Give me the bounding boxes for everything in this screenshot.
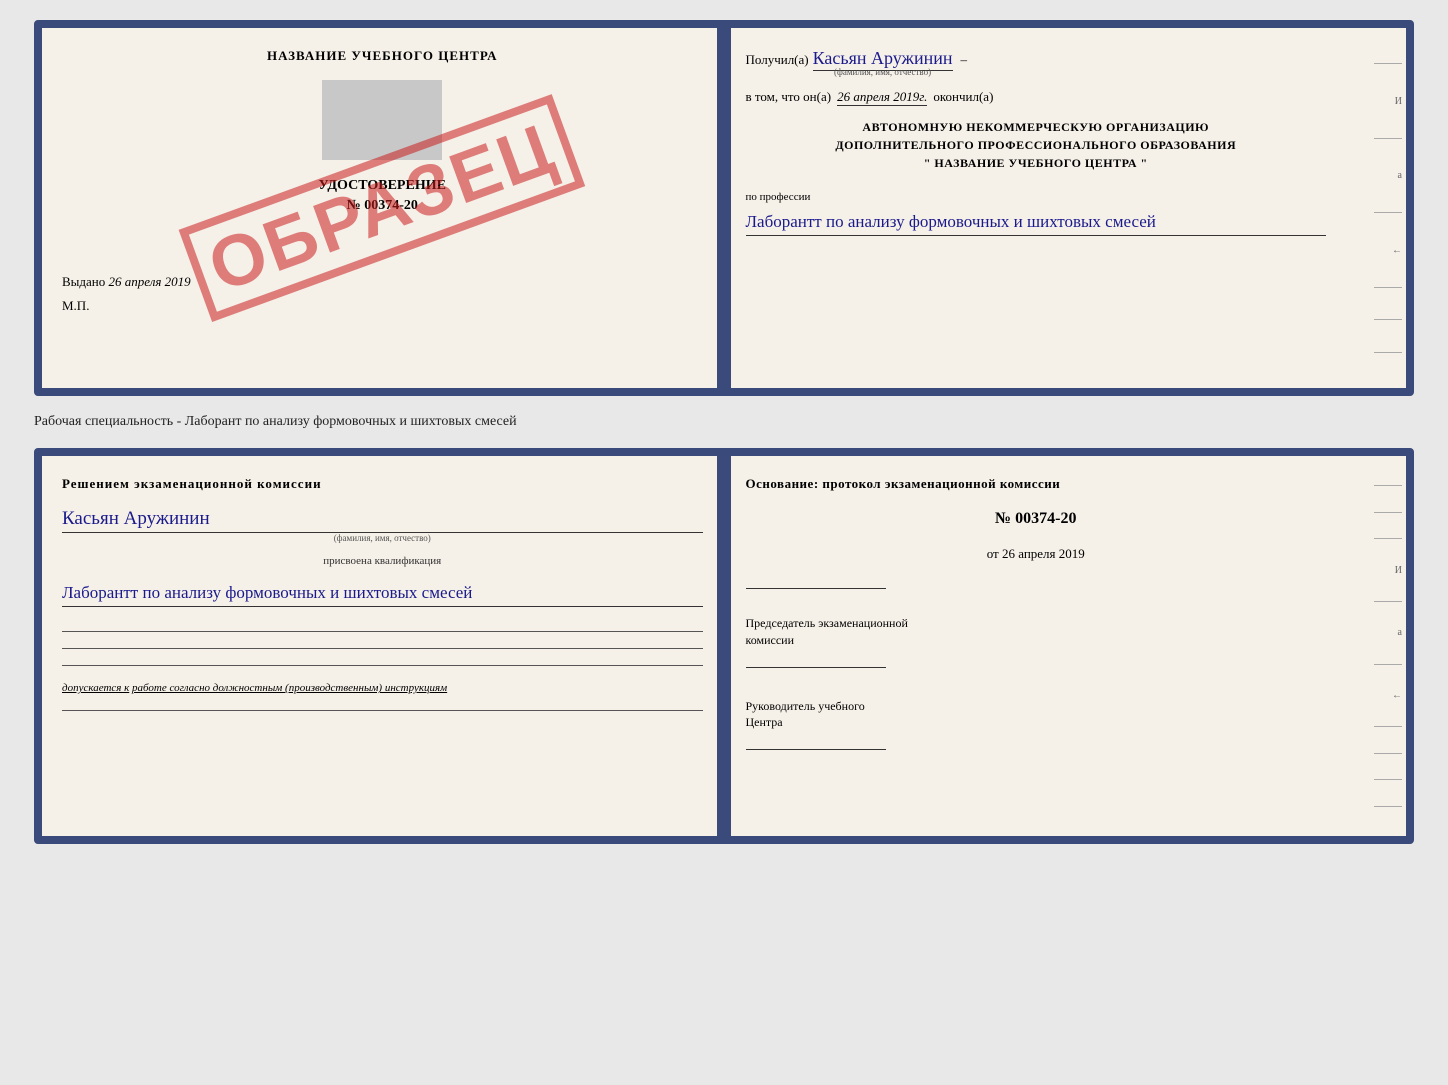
qual-line-bottom — [62, 710, 703, 711]
cert-title: НАЗВАНИЕ УЧЕБНОГО ЦЕНТРА — [62, 48, 703, 64]
cert-right-page: Получил(а) Касьян Аружинин (фамилия, имя… — [726, 28, 1407, 388]
okonchil-text: окончил(а) — [933, 89, 993, 105]
qual-protocol-number: № 00374-20 — [746, 510, 1327, 528]
qnb-letter-a: а — [1398, 627, 1402, 638]
org-line2: ДОПОЛНИТЕЛЬНОГО ПРОФЕССИОНАЛЬНОГО ОБРАЗО… — [746, 136, 1327, 154]
qnb-line-8 — [1374, 779, 1402, 780]
qual-line-3 — [62, 665, 703, 666]
nb-line-2 — [1374, 138, 1402, 139]
predsedatel-block: Председатель экзаменационной комиссии — [746, 615, 1327, 649]
profession-name: Лаборантт по анализу формовочных и шихто… — [746, 208, 1327, 236]
qnb-line-7 — [1374, 753, 1402, 754]
cert-mp: М.П. — [62, 298, 703, 314]
qnb-line-2 — [1374, 512, 1402, 513]
certificate-book-top: НАЗВАНИЕ УЧЕБНОГО ЦЕНТРА УДОСТОВЕРЕНИЕ №… — [34, 20, 1414, 396]
cert-vydano: Выдано 26 апреля 2019 — [62, 274, 703, 290]
vtom-date: 26 апреля 2019г. — [837, 89, 927, 106]
nb-letter-a: а — [1398, 170, 1402, 181]
qnb-line-1 — [1374, 485, 1402, 486]
qual-sig-line-2 — [746, 667, 886, 668]
qual-line-1 — [62, 631, 703, 632]
rukovoditel-line1: Руководитель учебного — [746, 698, 1327, 715]
nb-line-6 — [1374, 352, 1402, 353]
dash: – — [961, 52, 968, 68]
vtom-text: в том, что он(а) — [746, 89, 832, 105]
qnb-letter-i: И — [1395, 565, 1402, 576]
qnb-arrow: ← — [1392, 690, 1402, 701]
rukovoditel-line2: Центра — [746, 714, 1327, 731]
qnb-line-6 — [1374, 726, 1402, 727]
cert-udost-label: УДОСТОВЕРЕНИЕ — [62, 178, 703, 194]
recipient-block: Касьян Аружинин (фамилия, имя, отчество) — [813, 48, 953, 77]
prisvoena-label: присвоена квалификация — [62, 555, 703, 567]
qual-ot-date: от 26 апреля 2019 — [746, 546, 1327, 562]
nb-line-3 — [1374, 212, 1402, 213]
qual-blank-lines — [62, 631, 703, 666]
vydano-label: Выдано — [62, 274, 105, 289]
qnb-line-5 — [1374, 664, 1402, 665]
dopuskaetsya-block: допускается к работе согласно должностны… — [62, 682, 703, 694]
vydano-date: 26 апреля 2019 — [109, 274, 191, 289]
qual-right-page: Основание: протокол экзаменационной коми… — [726, 456, 1407, 836]
nb-line-5 — [1374, 319, 1402, 320]
cert-gray-photo — [322, 80, 442, 160]
qual-line-2 — [62, 648, 703, 649]
poluchil-text: Получил(а) — [746, 52, 809, 68]
specialty-label: Рабочая специальность - Лаборант по анал… — [34, 408, 1414, 436]
nb-arrow: ← — [1392, 245, 1402, 256]
right-spine-decoration: И а ← — [1361, 28, 1406, 388]
qnb-line-4 — [1374, 601, 1402, 602]
qual-sig-line-3 — [746, 749, 886, 750]
resheniem-label: Решением экзаменационной комиссии — [62, 476, 703, 492]
qnb-line-9 — [1374, 806, 1402, 807]
prof-label: по профессии — [746, 191, 811, 203]
ot-date: 26 апреля 2019 — [1002, 546, 1085, 561]
org-line3: " НАЗВАНИЕ УЧЕБНОГО ЦЕНТРА " — [746, 154, 1327, 172]
ot-label: от — [987, 546, 999, 561]
dopuskaetsya-text: работе согласно должностным (производств… — [132, 682, 447, 694]
cert-number: № 00374-20 — [62, 198, 703, 214]
cert-vtom-row: в том, что он(а) 26 апреля 2019г. окончи… — [746, 89, 1327, 106]
profession-block: по профессии Лаборантт по анализу формов… — [746, 188, 1327, 236]
qual-left-page: Решением экзаменационной комиссии Касьян… — [42, 456, 726, 836]
predsedatel-line1: Председатель экзаменационной — [746, 615, 1327, 632]
qual-qualification-name: Лаборантт по анализу формовочных и шихто… — [62, 579, 703, 607]
dopuskaetsya-prefix: допускается к — [62, 682, 129, 694]
predsedatel-line2: комиссии — [746, 632, 1327, 649]
qnb-line-3 — [1374, 538, 1402, 539]
qual-name-hint: (фамилия, имя, отчество) — [62, 533, 703, 543]
qual-recipient-name: Касьян Аружинин — [62, 508, 703, 533]
qualification-book-bottom: Решением экзаменационной комиссии Касьян… — [34, 448, 1414, 844]
nb-letter-i: И — [1395, 96, 1402, 107]
org-line1: АВТОНОМНУЮ НЕКОММЕРЧЕСКУЮ ОРГАНИЗАЦИЮ — [746, 118, 1327, 136]
cert-left-page: НАЗВАНИЕ УЧЕБНОГО ЦЕНТРА УДОСТОВЕРЕНИЕ №… — [42, 28, 726, 388]
rukovoditel-block: Руководитель учебного Центра — [746, 698, 1327, 732]
qual-name-block: Касьян Аружинин (фамилия, имя, отчество) — [62, 500, 703, 543]
org-block: АВТОНОМНУЮ НЕКОММЕРЧЕСКУЮ ОРГАНИЗАЦИЮ ДО… — [746, 118, 1327, 172]
osnovanie-label: Основание: протокол экзаменационной коми… — [746, 476, 1327, 492]
document-wrapper: НАЗВАНИЕ УЧЕБНОГО ЦЕНТРА УДОСТОВЕРЕНИЕ №… — [34, 20, 1414, 844]
nb-line-1 — [1374, 63, 1402, 64]
qual-right-spine-decoration: И а ← — [1361, 456, 1406, 836]
cert-poluchil-row: Получил(а) Касьян Аружинин (фамилия, имя… — [746, 48, 1327, 77]
qual-sig-line-1 — [746, 588, 886, 589]
nb-line-4 — [1374, 287, 1402, 288]
